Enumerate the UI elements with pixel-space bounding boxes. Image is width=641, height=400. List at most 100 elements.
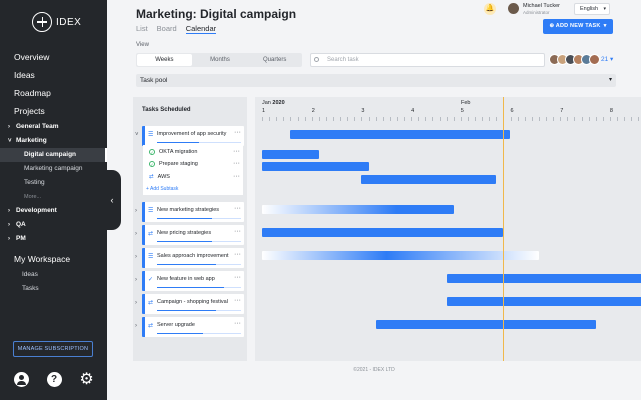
gantt-task-bar[interactable] — [262, 205, 454, 214]
chevron-down-icon: ▾ — [608, 77, 612, 83]
shuffle-icon: ⇄ — [148, 300, 154, 306]
more-icon[interactable]: ··· — [233, 160, 240, 167]
sidebar-group-qa[interactable]: › QA — [0, 218, 107, 232]
day-tick — [460, 117, 462, 121]
sidebar-item-ideas[interactable]: Ideas — [0, 66, 107, 84]
timeline-month-jan: Jan 2020 — [262, 100, 285, 106]
sidebar-item-projects[interactable]: Projects — [0, 102, 107, 120]
sidebar-group-general-team[interactable]: › General Team — [0, 120, 107, 134]
notification-bell-icon[interactable]: 🔔 — [484, 3, 496, 15]
chevron-right-icon[interactable]: › — [135, 254, 137, 260]
more-icon[interactable]: ··· — [234, 297, 241, 304]
day-tick — [269, 117, 271, 121]
sidebar-item-workspace-tasks[interactable]: Tasks — [0, 282, 107, 296]
add-subtask-button[interactable]: + Add Subtask — [146, 186, 178, 192]
avatar[interactable] — [508, 3, 519, 14]
sidebar-item-roadmap[interactable]: Roadmap — [0, 84, 107, 102]
chevron-right-icon: › — [8, 222, 10, 228]
tab-board[interactable]: Board — [157, 24, 177, 34]
sidebar-item-overview[interactable]: Overview — [0, 48, 107, 66]
day-tick — [567, 117, 569, 121]
task-card[interactable]: ✓ New feature in web app ··· — [142, 271, 244, 291]
chevron-right-icon[interactable]: › — [135, 277, 137, 283]
day-tick — [396, 117, 398, 121]
gantt-subtask-bar[interactable] — [361, 175, 497, 184]
gantt-task-bar[interactable] — [290, 130, 511, 139]
shuffle-icon: ⇄ — [149, 174, 154, 180]
sidebar-item-marketing-campaign[interactable]: Marketing campaign — [0, 162, 107, 176]
gantt-task-bar[interactable] — [262, 228, 504, 237]
tab-calendar[interactable]: Calendar — [185, 24, 217, 34]
gantt-task-bar[interactable] — [375, 320, 596, 329]
task-pool-select[interactable]: Task pool ▾ — [136, 74, 616, 87]
chevron-down-icon[interactable]: ˅ — [135, 132, 139, 138]
task-card[interactable]: ⇄ New pricing strategies ··· — [142, 225, 244, 245]
more-icon[interactable]: ··· — [234, 129, 241, 136]
day-tick — [340, 117, 342, 121]
chevron-right-icon[interactable]: › — [135, 231, 137, 237]
logo[interactable]: IDEX — [32, 12, 81, 32]
more-icon[interactable]: ··· — [233, 148, 240, 155]
add-new-task-button[interactable]: ⊕ ADD NEW TASK ▾ — [543, 19, 613, 34]
task-card[interactable]: ☰ New marketing strategies ··· — [142, 202, 244, 222]
sidebar-item-more[interactable]: More... — [0, 190, 107, 204]
day-tick — [510, 117, 512, 121]
gantt-task-bar[interactable] — [446, 297, 641, 306]
day-tick — [531, 117, 533, 121]
sidebar-group-pm[interactable]: › PM — [0, 232, 107, 246]
more-icon[interactable]: ··· — [234, 274, 241, 281]
member-avatars[interactable] — [549, 54, 600, 65]
sidebar-item-my-workspace[interactable]: My Workspace — [0, 250, 107, 268]
task-name: Server upgrade — [157, 322, 195, 328]
task-name: New feature in web app — [157, 276, 215, 282]
search-input[interactable]: Search task — [310, 53, 545, 67]
language-select[interactable]: English ▾ — [574, 3, 610, 15]
tab-list[interactable]: List — [136, 24, 148, 34]
help-icon[interactable]: ? — [46, 372, 62, 387]
task-card[interactable]: ⇄ Campaign - shopping festival ··· — [142, 294, 244, 314]
day-tick — [560, 117, 562, 121]
task-card[interactable]: ☰ Sales approach improvement ··· — [142, 248, 244, 268]
day-tick — [368, 117, 370, 121]
more-icon[interactable]: ··· — [234, 320, 241, 327]
day-tick — [475, 117, 476, 121]
today-marker — [503, 97, 505, 361]
task-card[interactable]: ☰ Improvement of app security ··· — [142, 126, 244, 146]
view-quarters-button[interactable]: Quarters — [247, 53, 302, 67]
member-count[interactable]: 21 ▾ — [601, 55, 613, 63]
view-months-button[interactable]: Months — [193, 53, 248, 67]
gantt-subtask-bar[interactable] — [262, 162, 369, 171]
avatar[interactable] — [589, 54, 600, 65]
more-icon[interactable]: ··· — [234, 205, 241, 212]
subtask-item[interactable]: ✓ OKTA migration ··· — [149, 148, 240, 155]
manage-subscription-button[interactable]: MANAGE SUBSCRIPTION — [13, 341, 93, 357]
sidebar-group-marketing[interactable]: ˅ Marketing — [0, 134, 107, 148]
day-tick — [311, 117, 313, 121]
sidebar-item-workspace-ideas[interactable]: Ideas — [0, 268, 107, 282]
more-icon[interactable]: ··· — [234, 228, 241, 235]
sidebar-item-testing[interactable]: Testing — [0, 176, 107, 190]
gear-icon[interactable]: ⚙ — [79, 372, 94, 388]
user-role: Administrator — [523, 10, 550, 15]
sidebar-group-development[interactable]: › Development — [0, 204, 107, 218]
gantt-subtask-bar[interactable] — [262, 150, 319, 159]
subtask-item[interactable]: ✓ Prepare staging ··· — [149, 160, 240, 167]
chevron-right-icon[interactable]: › — [135, 208, 137, 214]
chevron-down-icon: ▾ — [603, 23, 607, 29]
task-card[interactable]: ⇄ Server upgrade ··· — [142, 317, 244, 337]
gantt-task-bar[interactable] — [446, 274, 641, 283]
more-icon[interactable]: ··· — [234, 251, 241, 258]
subtask-item[interactable]: ⇄ AWS ··· — [149, 173, 240, 180]
view-segmented-control: Weeks Months Quarters — [136, 53, 302, 67]
sidebar-collapse-button[interactable]: ‹ — [103, 170, 121, 230]
user-profile-icon[interactable] — [14, 372, 29, 387]
chevron-right-icon[interactable]: › — [135, 323, 137, 329]
view-weeks-button[interactable]: Weeks — [137, 54, 192, 66]
sidebar-item-digital-campaign[interactable]: Digital campaign — [0, 148, 107, 162]
chevron-right-icon[interactable]: › — [135, 300, 137, 306]
day-tick — [290, 117, 292, 121]
gantt-task-bar[interactable] — [262, 251, 539, 260]
more-icon[interactable]: ··· — [233, 173, 240, 180]
day-tick — [602, 117, 604, 121]
day-tick — [318, 117, 320, 121]
